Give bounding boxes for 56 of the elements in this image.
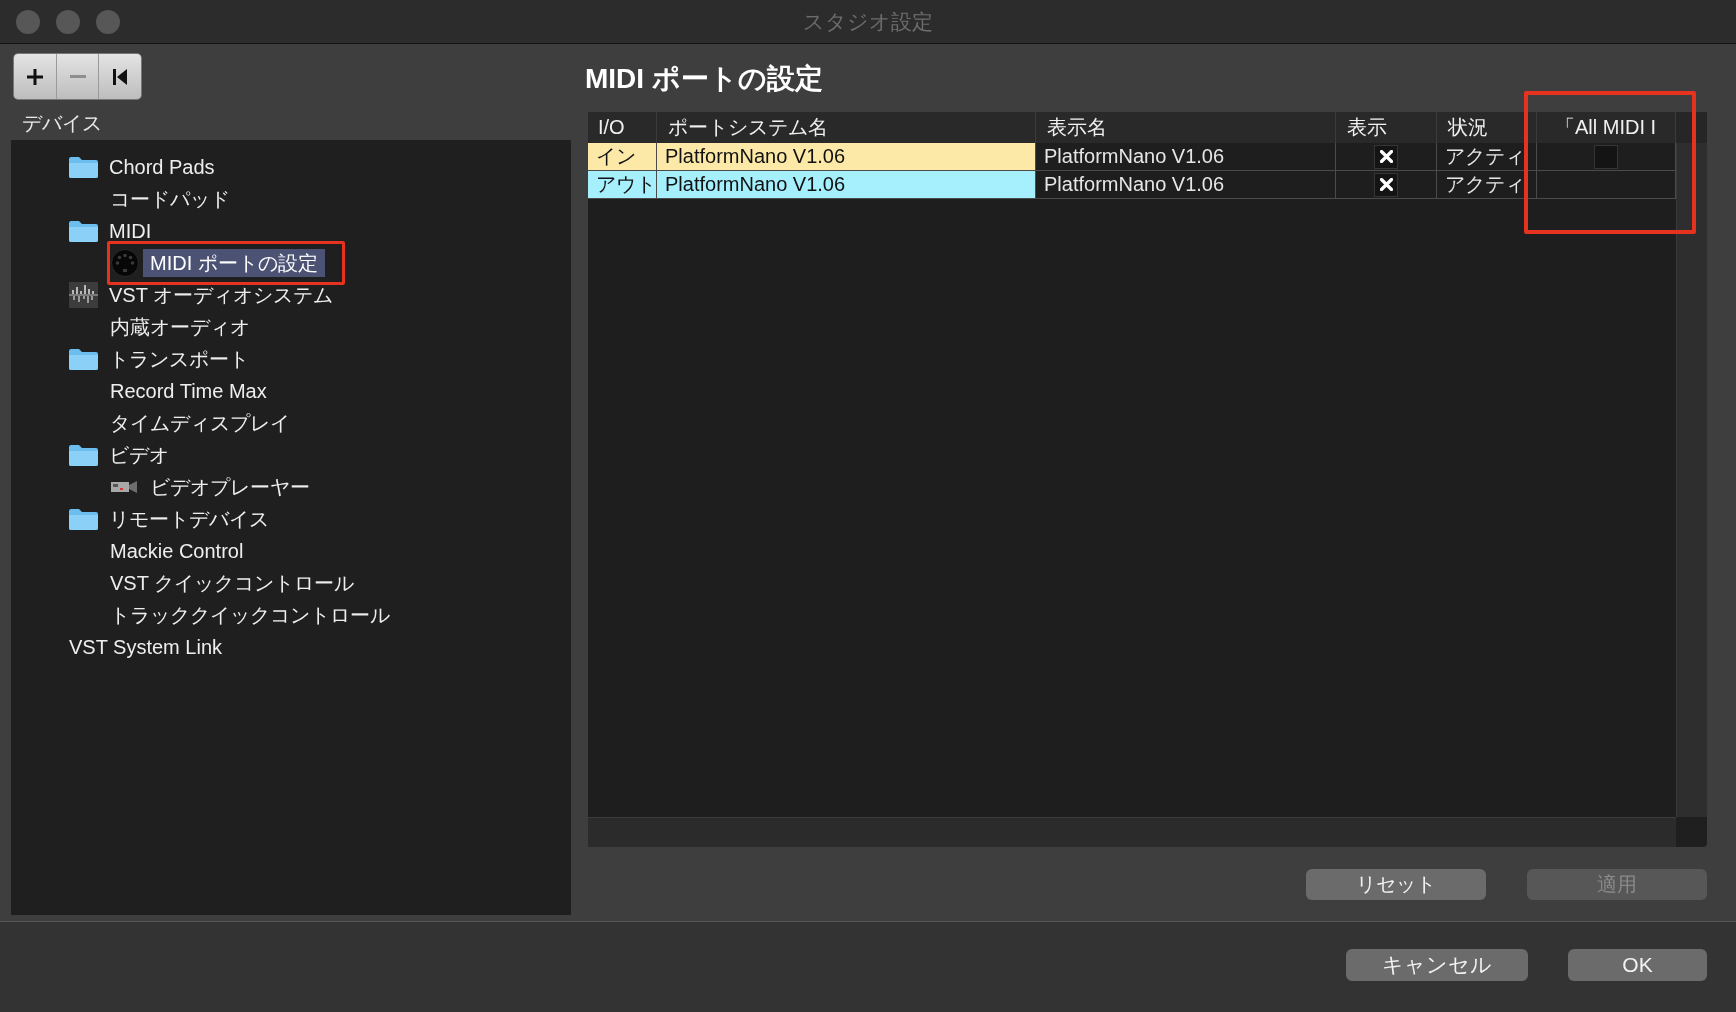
column-header[interactable]: ポートシステム名 (657, 112, 1036, 143)
checkbox[interactable] (1374, 172, 1398, 197)
cross-icon (1379, 150, 1393, 163)
waveform-icon (69, 282, 98, 308)
table-cell: PlatformNano V1.06 (657, 171, 1036, 198)
folder-icon (69, 348, 98, 370)
dialog-button[interactable]: キャンセル (1346, 949, 1528, 981)
tree-item[interactable]: ビデオ (102, 441, 176, 469)
action-button[interactable]: リセット (1306, 869, 1486, 900)
dialog-button[interactable]: OK (1568, 949, 1707, 981)
tree-item[interactable]: ビデオプレーヤー (143, 473, 317, 501)
plus-icon (26, 68, 43, 85)
skip-back-icon (113, 68, 128, 85)
tree-item[interactable]: VST System Link (62, 633, 230, 661)
video-camera-icon (110, 480, 139, 494)
tree-item[interactable]: トランスポート (102, 345, 256, 373)
section-label: デバイス (22, 112, 102, 134)
table-cell: PlatformNano V1.06 (657, 143, 1036, 170)
column-header[interactable]: 表示名 (1036, 112, 1336, 143)
window-title: スタジオ設定 (803, 8, 933, 35)
window-control-button[interactable] (96, 9, 120, 34)
skip-back-button[interactable] (99, 54, 141, 99)
column-header[interactable]: 表示 (1336, 112, 1437, 143)
add-button[interactable] (14, 54, 57, 99)
folder-icon (69, 156, 98, 178)
midi-connector-icon (110, 249, 139, 277)
window-control-button[interactable] (16, 9, 40, 34)
tree-item[interactable]: Mackie Control (103, 537, 251, 565)
minus-icon (69, 75, 86, 78)
page-heading: MIDI ポートの設定 (585, 62, 824, 96)
table-cell: アウト (588, 171, 657, 198)
column-header[interactable]: 「All MIDI I (1537, 112, 1676, 143)
tree-item[interactable]: Record Time Max (103, 377, 274, 405)
folder-icon (69, 508, 98, 530)
tree-item[interactable]: MIDI ポートの設定 (143, 249, 325, 277)
checkbox[interactable] (1374, 144, 1398, 169)
tree-item[interactable]: トラッククイックコントロール (103, 601, 397, 629)
tree-item[interactable]: VST クイックコントロール (103, 569, 362, 597)
window-control-button[interactable] (56, 9, 80, 34)
folder-icon (69, 444, 98, 466)
tree-item[interactable]: コードパッド (103, 185, 237, 213)
tree-item[interactable]: Chord Pads (102, 153, 222, 181)
tree-item[interactable]: VST オーディオシステム (102, 281, 341, 309)
cross-icon (1379, 178, 1393, 191)
tree-item[interactable]: MIDI (102, 217, 159, 245)
tree-item[interactable]: タイムディスプレイ (103, 409, 297, 437)
column-header[interactable]: 状況 (1437, 112, 1537, 143)
tree-item[interactable]: リモートデバイス (102, 505, 276, 533)
folder-icon (69, 220, 98, 242)
column-header[interactable]: I/O (588, 112, 657, 143)
vertical-scrollbar[interactable] (1676, 143, 1707, 817)
tree-item[interactable]: 内蔵オーディオ (103, 313, 257, 341)
scrollbar-corner (1676, 817, 1707, 847)
table-cell: イン (588, 143, 657, 170)
horizontal-scrollbar[interactable] (588, 817, 1676, 847)
checkbox[interactable] (1594, 144, 1618, 169)
